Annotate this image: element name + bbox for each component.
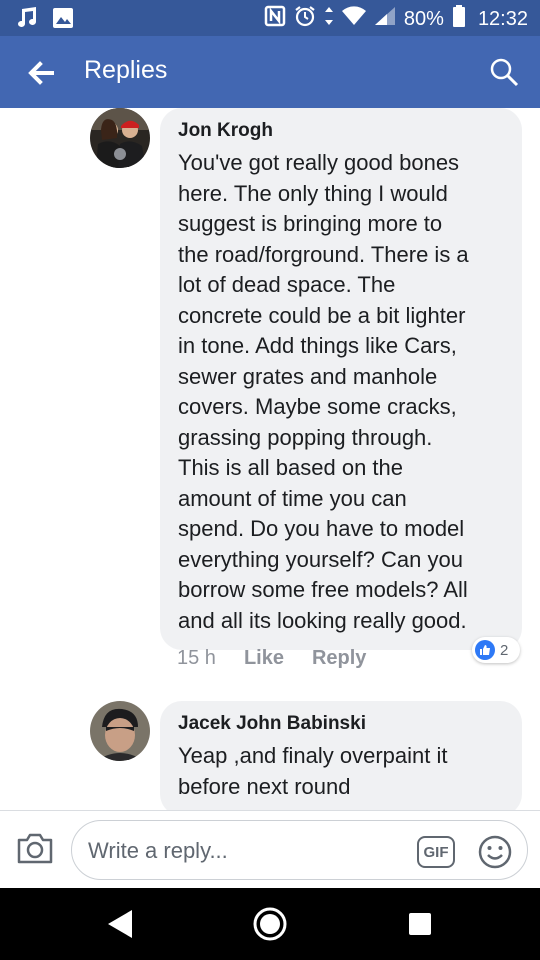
comment-actions: 15 h Like Reply: [177, 647, 366, 670]
comment-text: Yeap ,and finaly overpaint it before nex…: [178, 743, 448, 799]
comment-author[interactable]: Jon Krogh: [178, 120, 508, 142]
gif-button[interactable]: GIF: [417, 836, 455, 868]
comment-bubble: Jon Krogh You've got really good bones h…: [160, 108, 522, 650]
image-icon: [52, 7, 74, 34]
alarm-icon: [294, 5, 316, 33]
signal-icon: [374, 6, 396, 32]
camera-icon[interactable]: [16, 831, 54, 865]
search-icon[interactable]: [488, 56, 520, 88]
status-bar: 80% 12:32: [0, 0, 540, 36]
avatar[interactable]: [90, 108, 150, 168]
clock: 12:32: [477, 7, 528, 30]
comment-text: You've got really good bones here. The o…: [178, 150, 469, 633]
reply-composer: Write a reply... GIF: [0, 810, 540, 888]
comment-thread: Jon Krogh You've got really good bones h…: [0, 108, 540, 810]
data-arrows-icon: [324, 6, 334, 32]
reply-button[interactable]: Reply: [312, 647, 366, 670]
nav-home-icon[interactable]: [252, 906, 288, 947]
reply-placeholder: Write a reply...: [88, 838, 228, 863]
nav-back-icon[interactable]: [106, 908, 134, 945]
nav-recents-icon[interactable]: [408, 912, 432, 941]
battery-percent: 80%: [403, 7, 444, 30]
music-note-icon: [16, 6, 38, 35]
app-bar: Replies: [0, 36, 540, 108]
page-title: Replies: [84, 56, 168, 84]
like-button[interactable]: Like: [244, 647, 284, 670]
wifi-icon: [341, 6, 366, 32]
system-nav-bar: [0, 888, 540, 960]
comment-timestamp: 15 h: [177, 647, 216, 669]
comment-author[interactable]: Jacek John Babinski: [178, 713, 508, 735]
reaction-count: 2: [500, 641, 509, 659]
thumbs-up-icon: [475, 640, 495, 660]
reaction-summary[interactable]: 2: [472, 637, 520, 663]
comment-bubble: Jacek John Babinski Yeap ,and finaly ove…: [160, 701, 522, 810]
reply-input[interactable]: Write a reply... GIF: [71, 820, 528, 880]
avatar[interactable]: [90, 701, 150, 761]
nfc-icon: [264, 5, 286, 33]
battery-icon: [452, 5, 466, 33]
emoji-icon[interactable]: [477, 834, 513, 870]
back-arrow-icon[interactable]: [24, 56, 58, 90]
